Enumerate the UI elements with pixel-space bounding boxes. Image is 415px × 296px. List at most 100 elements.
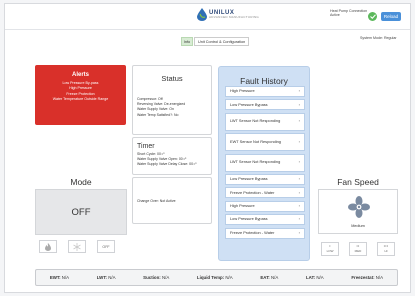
status-line: Water Temp Satisfied?: No <box>137 112 179 117</box>
reading-value: N/A <box>61 275 70 280</box>
status-lines: Compressor: Off Reversing Valve: De-ener… <box>133 97 211 118</box>
fan-speed-value: Medium <box>351 224 365 228</box>
fan-low-label: LOW <box>326 249 334 253</box>
flame-icon <box>45 242 51 251</box>
reading-value: N/A <box>375 275 384 280</box>
fan-med-label: MED <box>354 249 362 253</box>
fault-history-panel: Fault History High Pressure › Low Pressure… <box>218 66 310 261</box>
fault-item-label: EWT Sensor Not Responding <box>230 138 281 144</box>
fault-history-title: Fault History <box>240 76 288 86</box>
fan-icon <box>348 196 370 218</box>
reading-value: N/A <box>271 275 279 280</box>
check-icon <box>368 12 377 21</box>
reading-label: Freezestat: <box>351 275 375 280</box>
chevron-right-icon: › <box>298 118 300 124</box>
reload-button[interactable]: Reload <box>381 12 401 21</box>
fault-item-label: LWT Sensor Not Responding <box>230 159 281 165</box>
reading-label: Liquid Temp: <box>196 275 225 280</box>
tab-unit-control[interactable]: Unit Control & Configuration <box>194 37 250 46</box>
brand-tagline: ADVANCED MANUFACTURING <box>209 15 260 19</box>
fault-history-item[interactable]: LWT Sensor Not Responding › <box>225 112 305 131</box>
fan-hi-label: HI <box>384 249 388 253</box>
reading-value: N/A <box>225 275 233 280</box>
fan-speed-display: Medium <box>318 189 398 234</box>
fault-item-label: Low Pressure Bypass <box>230 216 268 222</box>
reading-label: Suction: <box>143 275 161 280</box>
fault-history-item[interactable]: LWT Sensor Not Responding › <box>225 153 305 172</box>
heat-mode-button[interactable] <box>39 240 57 253</box>
alerts-title: Alerts <box>71 72 89 78</box>
chevron-right-icon: › <box>298 88 300 94</box>
timer-line: Water Supply Valve Delay Close: 00:¹⁰ <box>137 162 197 167</box>
status-card: Status Compressor: Off Reversing Valve: … <box>132 65 212 135</box>
chevron-right-icon: › <box>298 202 300 208</box>
reading-label: LAT: <box>305 275 316 280</box>
fault-history-item[interactable]: High Pressure › <box>225 86 305 97</box>
logo-icon <box>197 8 207 21</box>
chevron-right-icon: › <box>298 138 300 144</box>
status-title: Status <box>161 74 183 83</box>
hp-connection-state: Active <box>330 13 340 18</box>
fault-item-label: High Pressure <box>230 88 255 94</box>
header: UNILUX ADVANCED MANUFACTURING Heat Pump … <box>5 4 410 30</box>
changeover-status: Change Over: Not Active <box>137 198 176 203</box>
tab-info[interactable]: Info <box>181 37 193 46</box>
fault-item-label: High Pressure <box>230 202 255 208</box>
system-mode: System Mode: Regular <box>360 36 397 40</box>
reading-ewt: EWT: N/A <box>50 275 69 280</box>
fault-history-item[interactable]: Freeze Protection - Water › <box>225 227 305 239</box>
alerts-list: Low Pressure By-pass High Pressure Freez… <box>35 81 126 103</box>
reading-suction: Suction: N/A <box>143 275 169 280</box>
app-frame: UNILUX ADVANCED MANUFACTURING Heat Pump … <box>4 3 411 293</box>
fault-item-label: Low Pressure Bypass <box>230 176 268 182</box>
fault-history-item[interactable]: High Pressure › <box>225 200 305 212</box>
fault-history-item[interactable]: Low Pressure Bypass › <box>225 99 305 111</box>
alert-item: Water Temperature Outside Range <box>52 97 109 102</box>
chevron-right-icon: › <box>298 159 300 165</box>
cool-mode-button[interactable] <box>68 240 86 253</box>
timer-lines: Short Cycle: 00:¹⁰ Water Supply Valve Op… <box>133 150 211 168</box>
fault-history-item[interactable]: Freeze Protection - Water › <box>225 187 305 199</box>
alerts-panel: Alerts Low Pressure By-pass High Pressur… <box>35 65 126 125</box>
fault-history-item[interactable]: EWT Sensor Not Responding › <box>225 133 305 152</box>
reading-label: EAT: <box>260 275 270 280</box>
snowflake-icon <box>73 242 81 251</box>
reading-eat: EAT: N/A <box>260 275 278 280</box>
mode-display: OFF <box>35 189 127 235</box>
reading-label: LWT: <box>96 275 107 280</box>
reading-liquid-temp: Liquid Temp: N/A <box>197 275 233 280</box>
tab-bar: Info Unit Control & Configuration <box>181 37 250 46</box>
reading-value: N/A <box>108 275 116 280</box>
chevron-right-icon: › <box>298 216 300 222</box>
fault-item-label: Freeze Protection - Water <box>230 229 275 235</box>
chevron-right-icon: › <box>298 176 300 182</box>
hp-connection-status: Heat Pump Connection Active <box>330 9 370 18</box>
reading-value: N/A <box>161 275 170 280</box>
fault-item-label: Low Pressure Bypass <box>230 101 268 107</box>
chevron-right-icon: › <box>298 189 300 195</box>
off-mode-button[interactable]: OFF <box>97 240 115 253</box>
reading-value: N/A <box>316 275 324 280</box>
fault-history-item[interactable]: Low Pressure Bypass › <box>225 214 305 226</box>
mode-title: Mode <box>70 177 92 187</box>
fan-med-button[interactable]: •• MED <box>349 242 367 256</box>
reading-label: EWT: <box>49 275 61 280</box>
logo: UNILUX ADVANCED MANUFACTURING <box>197 8 259 21</box>
reading-freezestat: Freezestat: N/A <box>351 275 383 280</box>
sensor-readings-bar: EWT: N/A LWT: N/A Suction: N/A Liquid Te… <box>35 269 398 286</box>
chevron-right-icon: › <box>298 229 300 235</box>
changeover-card: Change Over: Not Active <box>132 177 212 224</box>
reading-lwt: LWT: N/A <box>97 275 116 280</box>
fan-low-button[interactable]: • LOW <box>321 242 339 256</box>
fan-hi-button[interactable]: ••• HI <box>377 242 395 256</box>
fault-history-list: High Pressure › Low Pressure Bypass › LWT Se… <box>225 86 305 239</box>
status-column: Status Compressor: Off Reversing Valve: … <box>132 65 212 224</box>
reading-lat: LAT: N/A <box>306 275 324 280</box>
timer-card: Timer Short Cycle: 00:¹⁰ Water Supply Va… <box>132 137 212 175</box>
fault-item-label: Freeze Protection - Water <box>230 189 275 195</box>
fan-speed-title: Fan Speed <box>337 177 379 187</box>
fault-item-label: LWT Sensor Not Responding <box>230 118 281 124</box>
timer-title: Timer <box>137 143 155 150</box>
chevron-right-icon: › <box>298 101 300 107</box>
fault-history-item[interactable]: Low Pressure Bypass › <box>225 173 305 185</box>
